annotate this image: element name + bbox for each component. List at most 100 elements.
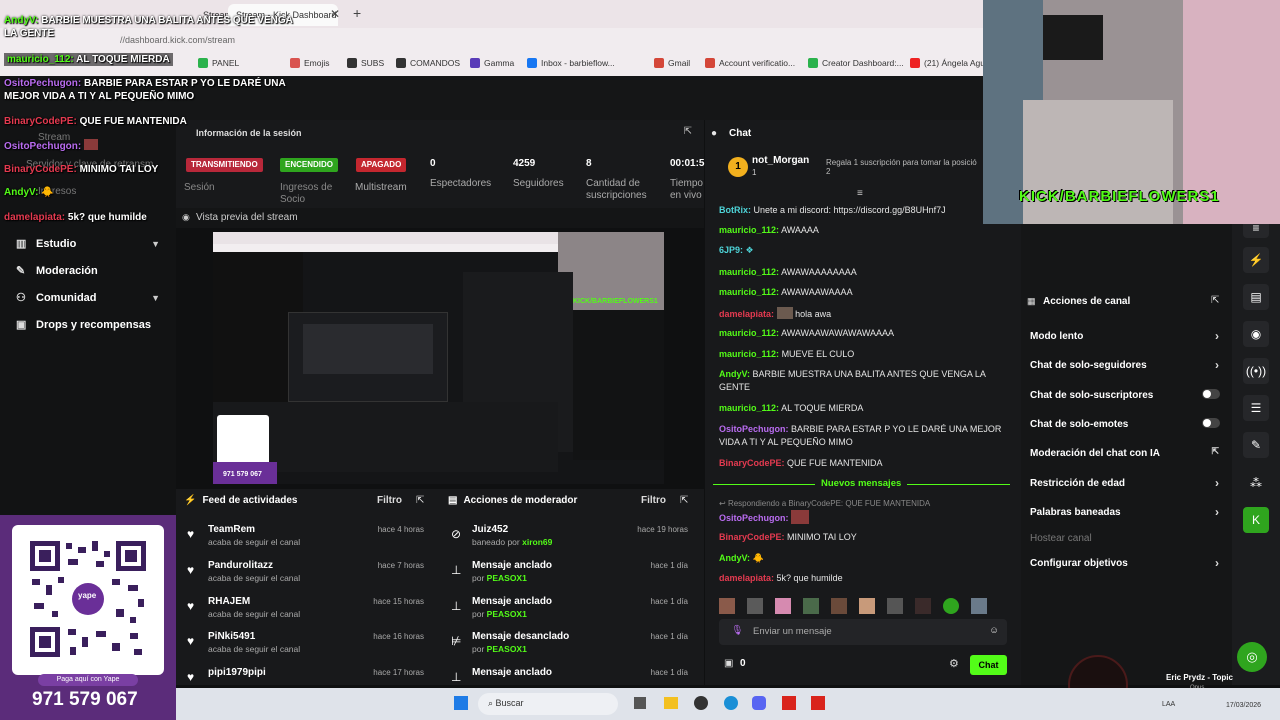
- action-palabras-baneadas[interactable]: Palabras baneadas ›: [1030, 505, 1224, 519]
- bookmark-account[interactable]: Account verificatio...: [705, 58, 795, 68]
- doc-icon[interactable]: ▤: [1243, 284, 1269, 310]
- chat-message: damelapiata: hola awa: [719, 307, 832, 319]
- action-modo-lento[interactable]: Modo lento ›: [1030, 329, 1224, 343]
- list-item: ♥ PiNki5491 acaba de seguir el canal hace 1…: [187, 631, 424, 654]
- bolt-icon: ⚡: [184, 495, 197, 506]
- new-tab-icon[interactable]: +: [353, 5, 361, 21]
- toggle-switch[interactable]: [1202, 418, 1220, 428]
- gift-icon[interactable]: ▣: [724, 658, 733, 669]
- bookmark-inbox[interactable]: Inbox - barbieflow...: [527, 58, 615, 68]
- chat-message: mauricio_112: AWAAAA: [719, 225, 819, 235]
- emote-icon[interactable]: [971, 598, 987, 614]
- sidebar-item-drops[interactable]: ▣ Drops y recompensas: [16, 319, 151, 331]
- overlay-message: BinaryCodePE: QUE FUE MANTENIDA: [4, 116, 187, 127]
- chevron-down-icon[interactable]: ≡: [857, 188, 863, 199]
- emote-icon[interactable]: [831, 598, 847, 614]
- label-multistream: Multistream: [355, 182, 407, 193]
- bookmark-gamma[interactable]: Gamma: [470, 58, 514, 68]
- edge-icon[interactable]: [724, 696, 738, 710]
- action-moderacion-ia[interactable]: Moderación del chat con IA ⇱: [1030, 446, 1224, 459]
- wrench-icon[interactable]: ✎: [1243, 432, 1269, 458]
- mod-filter-button[interactable]: Filtro: [641, 495, 666, 506]
- app-icon[interactable]: [811, 696, 825, 710]
- bookmark-subs[interactable]: SUBS: [347, 58, 384, 68]
- folder-icon[interactable]: [664, 697, 678, 709]
- ban-icon: ⊘: [451, 527, 462, 541]
- bookmark-creator[interactable]: Creator Dashboard:...: [808, 58, 904, 68]
- popout-icon[interactable]: ⇱: [1211, 295, 1219, 306]
- sidebar-item-estudio[interactable]: ▥ Estudio: [16, 238, 76, 250]
- gift-count: 2: [826, 167, 831, 176]
- action-restriccion-edad[interactable]: Restricción de edad ›: [1030, 476, 1224, 490]
- sidebar-item-comunidad[interactable]: ⚇ Comunidad: [16, 292, 97, 304]
- feed-filter-button[interactable]: Filtro: [377, 495, 402, 506]
- doc-icon: ▤: [448, 495, 458, 506]
- bookmark-gmail[interactable]: Gmail: [654, 58, 690, 68]
- chat-panel: ● Chat 1 not_Morgan 1 Regala 1 suscripci…: [705, 120, 1021, 685]
- action-solo-seguidores[interactable]: Chat de solo-seguidores ›: [1030, 358, 1224, 372]
- taskview-icon[interactable]: [634, 697, 646, 709]
- activity-feed: ⚡ Feed de actividades Filtro ⇱ ♥ TeamRem ac…: [176, 489, 440, 685]
- stat-time-value: 00:01:5: [670, 158, 705, 169]
- chat-message: mauricio_112: MUEVE EL CULO: [719, 349, 855, 359]
- emote-icon: [791, 510, 810, 524]
- broadcast-icon[interactable]: ((•)): [1243, 358, 1269, 384]
- overlay-message: BinaryCodePE: MINIMO TAI LOY: [4, 164, 159, 175]
- chevron-down-icon[interactable]: ▼: [151, 293, 160, 303]
- kick-icon[interactable]: K: [1243, 507, 1269, 533]
- chevron-down-icon[interactable]: ▼: [151, 239, 160, 249]
- bookmark-comandos[interactable]: COMANDOS: [396, 58, 460, 68]
- action-solo-emotes[interactable]: Chat de solo-emotes: [1030, 418, 1224, 430]
- overlay-message: OsitoPechugon: BARBIE PARA ESTAR P YO LE…: [4, 78, 286, 102]
- emote-icon: 🐥: [41, 187, 54, 198]
- stream-preview[interactable]: KICK/BARBIEFLOWERS1 971 579 067: [213, 232, 664, 484]
- toggle-switch[interactable]: [1202, 389, 1220, 399]
- gear-icon[interactable]: ⚙: [949, 657, 959, 670]
- share-icon[interactable]: ⁂: [1243, 470, 1269, 496]
- preview-phone: 971 579 067: [223, 471, 262, 478]
- music-widget: Eric Prydz - Topic Opus: [1130, 660, 1250, 691]
- chat-input[interactable]: 🎙 Enviar un mensaje ☺: [719, 619, 1007, 645]
- close-tab-icon[interactable]: ✕: [330, 7, 340, 21]
- chat-send-button[interactable]: Chat: [970, 655, 1007, 675]
- bolt-icon[interactable]: ⚡: [1243, 247, 1269, 273]
- action-configurar-objetivos[interactable]: Configurar objetivos ›: [1030, 556, 1224, 570]
- lang-indicator[interactable]: LAA: [1162, 701, 1175, 708]
- pinned-user[interactable]: not_Morgan: [752, 155, 809, 166]
- emote-icon[interactable]: [887, 598, 903, 614]
- preview-handle: KICK/BARBIEFLOWERS1: [573, 298, 658, 305]
- windows-start-icon[interactable]: [454, 696, 468, 710]
- sidebar-item-moderacion[interactable]: ✎ Moderación: [16, 265, 98, 277]
- badge-apagado: APAGADO: [356, 158, 407, 172]
- emote-icon[interactable]: [943, 598, 959, 614]
- popout-icon[interactable]: ⇱: [680, 495, 688, 506]
- emote-bar: [719, 598, 1009, 614]
- new-messages-label[interactable]: Nuevos mensajes: [815, 478, 908, 489]
- list-icon[interactable]: ☰: [1243, 395, 1269, 421]
- app-icon[interactable]: [694, 696, 708, 710]
- emote-icon[interactable]: [803, 598, 819, 614]
- action-solo-suscriptores[interactable]: Chat de solo-suscriptores: [1030, 389, 1224, 401]
- taskbar-search[interactable]: ⌕ Buscar: [478, 693, 618, 715]
- emoji-icon[interactable]: ☺: [989, 625, 999, 636]
- chat-input-placeholder: Enviar un mensaje: [753, 626, 832, 637]
- emote-icon: [84, 139, 99, 150]
- webcam-handle: KICK/BARBIEFLOWERS1: [1019, 188, 1220, 205]
- popout-icon[interactable]: ⇱: [416, 495, 424, 506]
- app-icon[interactable]: [782, 696, 796, 710]
- emote-icon[interactable]: [915, 598, 931, 614]
- date-indicator: 17/03/2026: [1226, 702, 1262, 709]
- chevron-right-icon: ›: [1215, 505, 1219, 519]
- popout-icon[interactable]: ⇱: [684, 126, 692, 137]
- emote-icon[interactable]: [775, 598, 791, 614]
- emote-icon[interactable]: [719, 598, 735, 614]
- emote-icon[interactable]: [747, 598, 763, 614]
- emote-icon[interactable]: [859, 598, 875, 614]
- stat-time-label: Tiempo en vivo: [670, 178, 703, 201]
- chat-bubble-icon[interactable]: ◉: [1243, 321, 1269, 347]
- discord-icon[interactable]: [752, 696, 766, 710]
- mic-icon[interactable]: 🎙: [731, 625, 743, 636]
- bookmark-angela[interactable]: (21) Ángela Agu: [910, 58, 985, 68]
- list-item: ♥ RHAJEM acaba de seguir el canal hace 15 h…: [187, 596, 424, 619]
- gift-text[interactable]: Regala 1 suscripción para tomar la posic…: [826, 158, 986, 167]
